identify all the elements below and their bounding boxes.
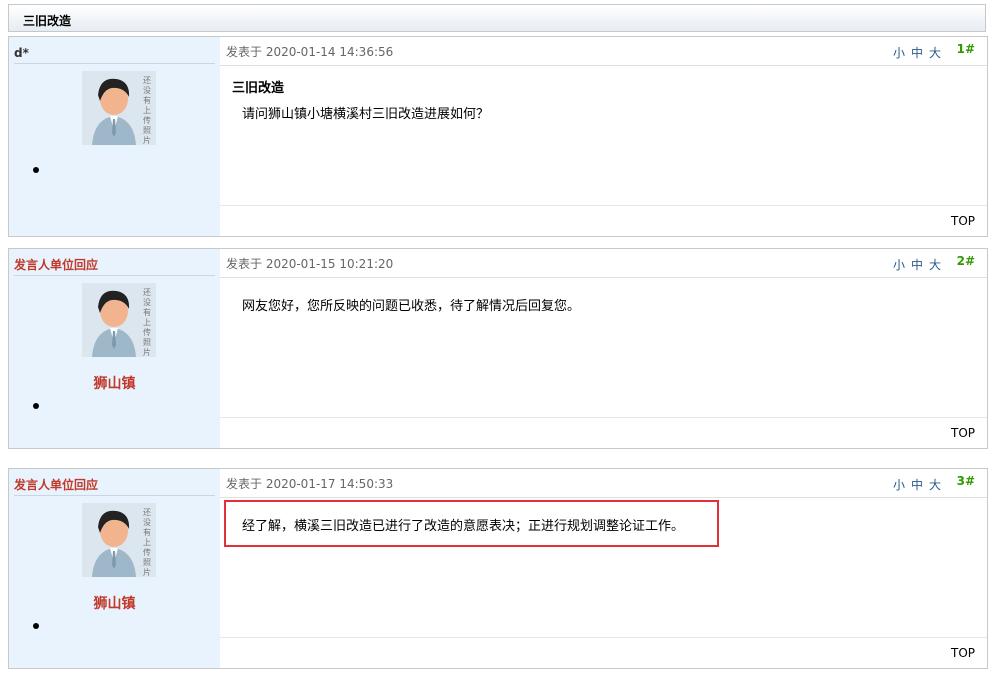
font-size-switcher: 小中大 [887,256,941,273]
thread-header: 三旧改造 [8,4,986,32]
post-content: 发表于 2020-01-14 14:36:56 小中大 1# 三旧改造 请问狮山… [220,37,987,236]
post-sidebar: d* 还没有上传照片 [9,37,220,236]
avatar-stamp: 还没有上传照片 [143,508,151,577]
list-bullet [33,403,39,409]
avatar[interactable]: 还没有上传照片 [82,503,156,577]
post-2: 发言人单位回应 还没有上传照片 狮山镇 发表于 2020-01-15 10:21… [8,248,988,449]
thread-title: 三旧改造 [23,14,72,28]
post-content: 发表于 2020-01-15 10:21:20 小中大 2# 网友您好，您所反映… [220,249,987,448]
font-medium-link[interactable]: 中 [911,258,923,272]
font-small-link[interactable]: 小 [893,258,905,272]
post-meta-bar: 发表于 2020-01-15 10:21:20 小中大 2# [220,249,987,278]
font-medium-link[interactable]: 中 [911,478,923,492]
top-link[interactable]: TOP [951,426,975,440]
post-footer: TOP [220,417,987,449]
font-size-switcher: 小中大 [887,476,941,493]
top-link[interactable]: TOP [951,214,975,228]
font-medium-link[interactable]: 中 [911,46,923,60]
top-link[interactable]: TOP [951,646,975,660]
list-bullet [33,167,39,173]
post-footer: TOP [220,205,987,237]
author-name[interactable]: d* [14,43,215,64]
post-sidebar: 发言人单位回应 还没有上传照片 狮山镇 [9,249,220,448]
avatar-stamp: 还没有上传照片 [143,76,151,145]
avatar[interactable]: 还没有上传照片 [82,283,156,357]
posted-time: 发表于 2020-01-14 14:36:56 [226,45,394,59]
post-body: 请问狮山镇小塘横溪村三旧改造进展如何？ [242,107,490,122]
font-size-switcher: 小中大 [887,44,941,61]
avatar[interactable]: 还没有上传照片 [82,71,156,145]
post-meta-bar: 发表于 2020-01-17 14:50:33 小中大 3# [220,469,987,498]
font-small-link[interactable]: 小 [893,46,905,60]
floor-number[interactable]: 1# [957,42,975,56]
unit-name: 狮山镇 [93,376,136,392]
posted-time: 发表于 2020-01-17 14:50:33 [226,477,394,491]
posted-time: 发表于 2020-01-15 10:21:20 [226,257,394,271]
floor-number[interactable]: 3# [957,474,975,488]
post-content: 发表于 2020-01-17 14:50:33 小中大 3# 经了解，横溪三旧改… [220,469,987,668]
font-large-link[interactable]: 大 [929,258,941,272]
post-body: 网友您好，您所反映的问题已收悉，待了解情况后回复您。 [242,299,581,314]
post-sidebar: 发言人单位回应 还没有上传照片 狮山镇 [9,469,220,668]
floor-number[interactable]: 2# [957,254,975,268]
unit-name: 狮山镇 [93,596,136,612]
avatar-stamp: 还没有上传照片 [143,288,151,357]
font-large-link[interactable]: 大 [929,46,941,60]
author-name[interactable]: 发言人单位回应 [14,255,215,276]
list-bullet [33,623,39,629]
font-small-link[interactable]: 小 [893,478,905,492]
post-footer: TOP [220,637,987,669]
font-large-link[interactable]: 大 [929,478,941,492]
post-3: 发言人单位回应 还没有上传照片 狮山镇 发表于 2020-01-17 14:50… [8,468,988,669]
post-title: 三旧改造 [232,81,285,96]
post-meta-bar: 发表于 2020-01-14 14:36:56 小中大 1# [220,37,987,66]
post-body: 经了解，横溪三旧改造已进行了改造的意愿表决；正进行规划调整论证工作。 [242,519,685,534]
author-name[interactable]: 发言人单位回应 [14,475,215,496]
post-1: d* 还没有上传照片 发表于 2020-01-14 14:36:56 小中大 1… [8,36,988,237]
